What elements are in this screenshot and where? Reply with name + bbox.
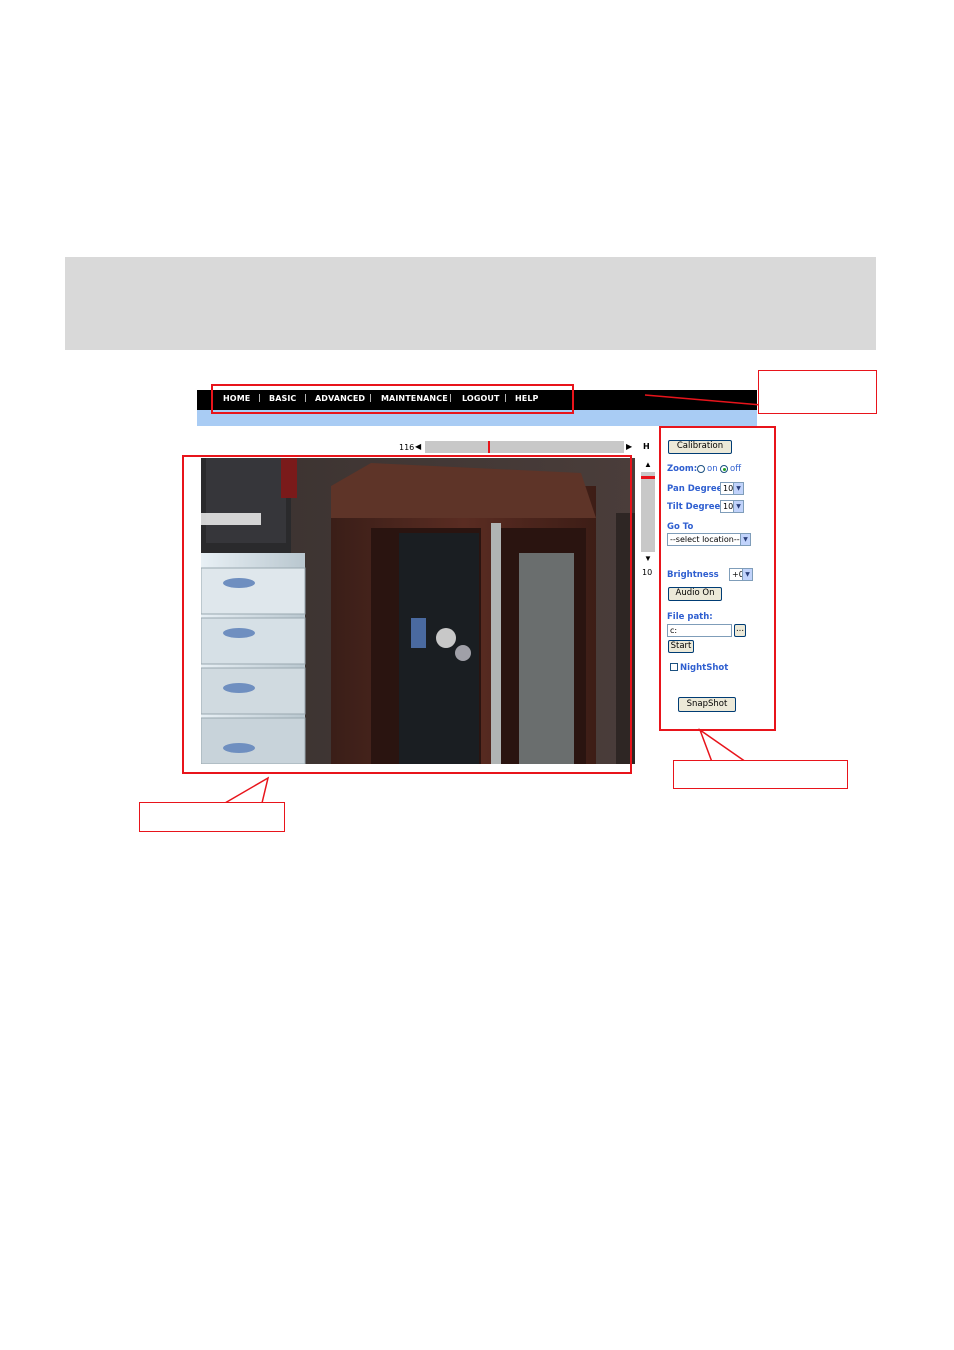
callout-leader-lines [224, 394, 774, 804]
callout-video [139, 802, 285, 832]
callout-panel [673, 760, 848, 789]
callout-nav [758, 370, 877, 414]
